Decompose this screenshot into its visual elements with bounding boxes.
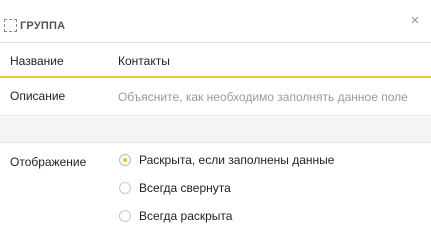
panel-header: ГРУППА × — [0, 0, 431, 40]
description-input[interactable] — [114, 85, 424, 109]
radio-expanded-if-filled[interactable]: Раскрыта, если заполнены данные — [119, 150, 419, 170]
section-divider — [0, 117, 431, 143]
name-label: Название — [10, 54, 64, 68]
radio-always-expanded[interactable]: Всегда раскрыта — [119, 206, 419, 226]
radio-dot-icon — [123, 158, 127, 162]
close-icon[interactable]: × — [407, 12, 423, 30]
group-settings-panel: ГРУППА × Название Описание Отображение Р… — [0, 0, 431, 238]
panel-title: ГРУППА — [20, 20, 66, 32]
radio-unselected-icon[interactable] — [119, 210, 131, 222]
radio-label: Всегда свернута — [139, 181, 231, 195]
dashed-square-icon — [4, 19, 17, 32]
radio-unselected-icon[interactable] — [119, 182, 131, 194]
description-row: Описание — [0, 78, 431, 116]
name-row: Название — [0, 42, 431, 78]
display-label: Отображение — [10, 155, 87, 169]
radio-label: Раскрыта, если заполнены данные — [139, 153, 335, 167]
radio-label: Всегда раскрыта — [139, 209, 233, 223]
description-label: Описание — [10, 89, 66, 103]
radio-always-collapsed[interactable]: Всегда свернута — [119, 178, 419, 198]
name-input[interactable] — [114, 49, 424, 73]
radio-selected-icon[interactable] — [119, 154, 131, 166]
